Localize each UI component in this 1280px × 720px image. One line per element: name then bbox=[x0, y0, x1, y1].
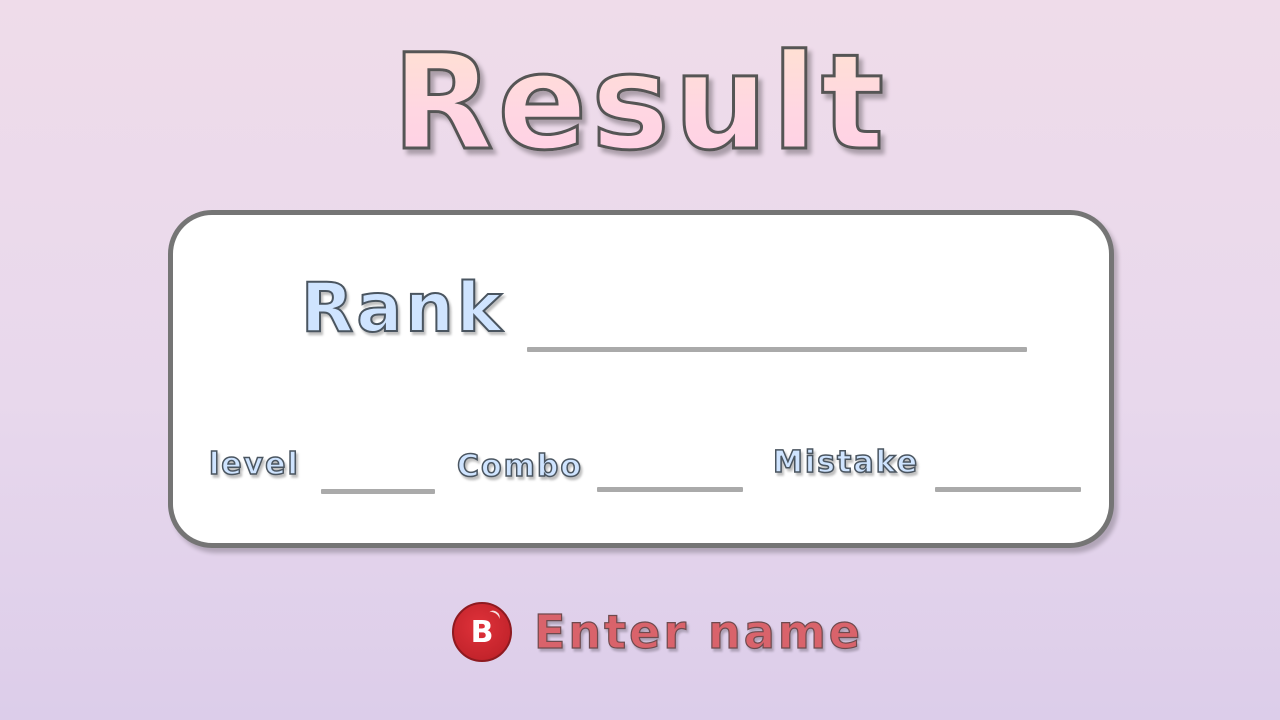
rank-label: Rank bbox=[300, 268, 505, 349]
level-label: level bbox=[208, 446, 300, 483]
result-panel: Rank level Combo Mistake bbox=[168, 210, 1114, 548]
combo-value-blank bbox=[597, 487, 743, 492]
rank-value-blank bbox=[527, 347, 1027, 352]
level-value-blank bbox=[321, 489, 435, 494]
b-button-icon[interactable]: B bbox=[452, 602, 512, 662]
combo-label: Combo bbox=[456, 448, 583, 485]
result-title: Result bbox=[0, 27, 1280, 180]
mistake-label: Mistake bbox=[772, 444, 920, 481]
enter-name-prompt[interactable]: B Enter name bbox=[452, 600, 863, 664]
mistake-value-blank bbox=[935, 487, 1081, 492]
enter-name-label[interactable]: Enter name bbox=[533, 600, 863, 664]
